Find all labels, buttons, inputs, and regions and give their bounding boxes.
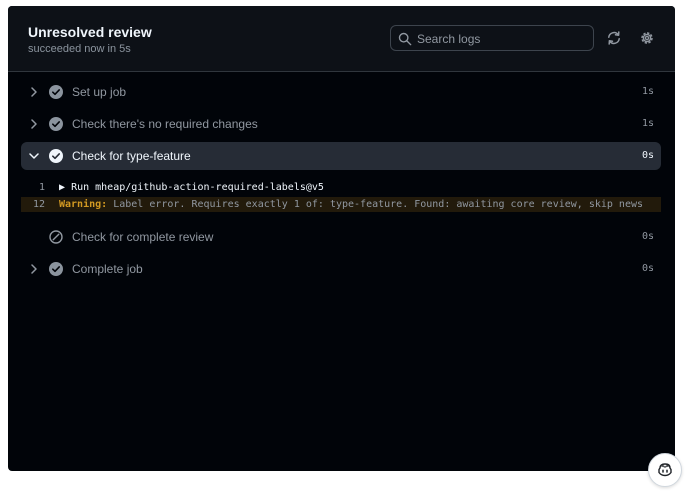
step-check-type-feature[interactable]: Check for type-feature 0s — [21, 142, 661, 170]
step-duration: 0s — [641, 150, 654, 161]
skipped-icon — [49, 230, 63, 244]
search-icon — [398, 32, 412, 46]
step-label: Check there's no required changes — [72, 117, 258, 131]
search-placeholder: Search logs — [417, 32, 481, 46]
job-title: Unresolved review — [28, 24, 152, 40]
step-check-no-required-changes[interactable]: Check there's no required changes 1s — [21, 110, 661, 138]
step-label: Check for complete review — [72, 230, 214, 244]
log-line-number: 12 — [32, 199, 45, 210]
check-circle-icon — [49, 85, 63, 99]
log-line-text: Warning: Label error. Requires exactly 1… — [59, 199, 643, 210]
copilot-button[interactable] — [648, 453, 682, 487]
step-check-complete-review[interactable]: Check for complete review 0s — [21, 223, 661, 251]
chevron-right-icon — [31, 87, 37, 97]
step-duration: 1s — [641, 118, 654, 129]
job-status-text: succeeded now in 5s — [28, 43, 131, 55]
expand-caret-icon[interactable]: ▶ — [59, 182, 65, 193]
step-duration: 1s — [641, 86, 654, 97]
gear-icon — [641, 32, 653, 44]
refresh-button[interactable] — [604, 28, 624, 48]
check-circle-icon — [49, 117, 63, 131]
chevron-right-icon — [31, 119, 37, 129]
log-line-warning[interactable]: 12 Warning: Label error. Requires exactl… — [21, 197, 661, 212]
chevron-down-icon — [29, 153, 39, 159]
step-duration: 0s — [641, 263, 654, 274]
chevron-right-icon — [31, 264, 37, 274]
job-header: Unresolved review succeeded now in 5s Se… — [8, 6, 675, 72]
copilot-icon — [658, 463, 672, 477]
step-complete-job[interactable]: Complete job 0s — [21, 255, 661, 283]
step-label: Complete job — [72, 262, 143, 276]
search-logs-input[interactable]: Search logs — [390, 25, 594, 51]
warning-text: Label error. Requires exactly 1 of: type… — [113, 199, 644, 210]
step-duration: 0s — [641, 231, 654, 242]
check-circle-icon — [49, 262, 63, 276]
sync-icon — [608, 31, 620, 45]
settings-button[interactable] — [637, 28, 657, 48]
run-command-text: Run mheap/github-action-required-labels@… — [71, 182, 324, 193]
step-label: Check for type-feature — [72, 149, 191, 163]
log-line-number: 1 — [38, 182, 45, 193]
step-label: Set up job — [72, 85, 127, 99]
check-circle-icon — [49, 149, 63, 163]
log-line[interactable]: 1 ▶ Run mheap/github-action-required-lab… — [21, 180, 661, 195]
step-set-up-job[interactable]: Set up job 1s — [21, 78, 661, 106]
warning-label: Warning: — [59, 199, 108, 210]
job-log-panel: Unresolved review succeeded now in 5s Se… — [8, 6, 675, 471]
log-line-text: ▶ Run mheap/github-action-required-label… — [59, 182, 324, 193]
